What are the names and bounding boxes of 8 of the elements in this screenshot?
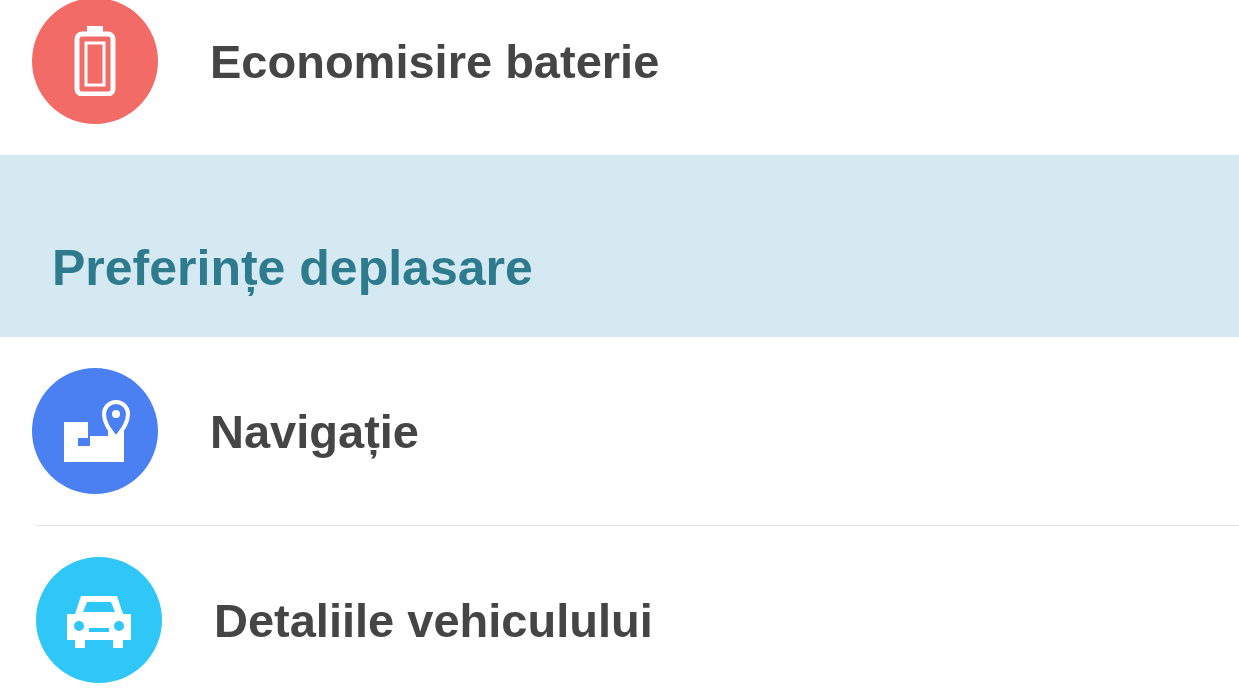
item-label: Navigație [210, 403, 419, 459]
settings-item[interactable]: Detaliile vehiculului [36, 525, 1239, 700]
item-label: Economisire baterie [210, 33, 660, 89]
settings-item[interactable]: Navigație [0, 337, 1239, 525]
section-title: Preferințe deplasare [52, 239, 533, 297]
item-label: Detaliile vehiculului [214, 592, 653, 648]
settings-item[interactable]: Economisire baterie [0, 0, 1239, 155]
battery-icon [73, 26, 117, 96]
